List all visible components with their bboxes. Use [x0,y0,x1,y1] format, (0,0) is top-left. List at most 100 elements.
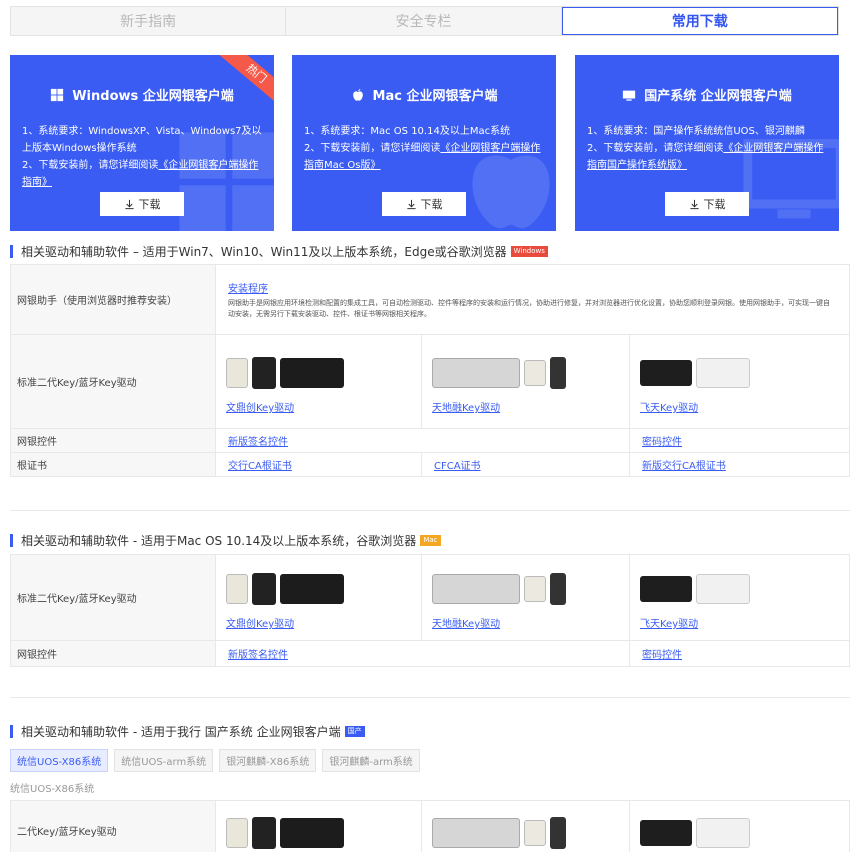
new-ca-cert-cell: 新版交行CA根证书 [629,452,850,477]
key-device-icon [252,573,276,605]
ft-key-image [640,569,849,609]
cfca-cert-link[interactable]: CFCA证书 [434,461,481,472]
password-control-cell: 密码控件 [629,640,850,667]
tdr-key-image [432,813,629,852]
guide-line: 2、下载安装前，请您详细阅读《企业网银客户端操作指南国产操作系统版》 [587,140,831,174]
key-device-icon [524,819,546,846]
ca-cert-link[interactable]: 交行CA根证书 [228,461,292,472]
cfca-cert-cell: CFCA证书 [421,452,630,477]
tab-beginner-guide[interactable]: 新手指南 [11,7,287,35]
download-icon [406,199,416,209]
control-label: 网银控件 [10,640,216,667]
key-device-icon [640,576,692,602]
tab-security[interactable]: 安全专栏 [286,7,562,35]
key-device-icon [696,358,750,388]
table-row: 二代Key/蓝牙Key驱动 [10,800,850,852]
windows-downloads-table: 网银助手（使用浏览器时推荐安装） 安装程序 网银助手是网银应用环境检测和配置的集… [10,264,850,477]
key-device-icon [524,360,546,386]
table-row: 网银控件 新版签名控件 密码控件 [10,640,850,667]
key-device-icon [252,816,276,849]
card-description: 1、系统要求：国产操作系统统信UOS、银河麒麟 2、下载安装前，请您详细阅读《企… [587,123,831,174]
ft-key-cell: 飞天Key驱动 [629,334,850,429]
download-button[interactable]: 下载 [382,192,466,216]
tdr-key-cell: 天地融Key驱动 [421,334,630,429]
key-device-icon [226,817,248,848]
install-program-link[interactable]: 安装程序 [228,284,268,295]
card-description: 1、系统要求：WindowsXP、Vista、Windows7及以上版本Wind… [22,123,266,191]
table-row: 标准二代Key/蓝牙Key驱动 文鼎创Key驱动 天地融Key驱动 飞天Key驱… [10,334,850,429]
monitor-icon [623,90,636,101]
os-tab-uos-arm[interactable]: 统信UOS-arm系统 [114,749,214,772]
card-title-text: Mac 企业网银客户端 [372,89,498,104]
windows-icon [51,88,64,101]
key-device-icon [432,817,520,848]
key-device-icon [696,817,750,848]
wdc-key-driver-link[interactable]: 文鼎创Key驱动 [226,615,421,630]
key-device-icon [550,573,566,605]
key-driver-label: 标准二代Key/蓝牙Key驱动 [10,334,216,429]
os-tab-kylin-x86[interactable]: 银河麒麟-X86系统 [219,749,317,772]
requirement-text: 1、系统要求：WindowsXP、Vista、Windows7及以上版本Wind… [22,126,262,154]
os-tabs: 统信UOS-X86系统 统信UOS-arm系统 银河麒麟-X86系统 银河麒麟-… [10,749,420,772]
card-title-text: Windows 企业网银客户端 [72,89,234,104]
tdr-key-image [432,353,629,393]
tab-downloads[interactable]: 常用下载 [561,7,838,35]
os-tab-uos-x86[interactable]: 统信UOS-X86系统 [10,749,109,772]
table-row: 标准二代Key/蓝牙Key驱动 文鼎创Key驱动 天地融Key驱动 飞天Key驱… [10,554,850,641]
helper-description: 网银助手是网银应用环境检测和配置的集成工具，可自动检测驱动、控件等程序的安装和运… [228,298,830,318]
download-button[interactable]: 下载 [100,192,184,216]
download-button[interactable]: 下载 [665,192,749,216]
wdc-key-image [226,569,421,609]
key-device-icon [432,574,520,604]
mac-client-card: Mac 企业网银客户端 1、系统要求：Mac OS 10.14及以上Mac系统 … [292,55,556,231]
section-windows-header: 相关驱动和辅助软件 – 适用于Win7、Win10、Win11及以上版本系统，E… [10,243,548,260]
section-domestic-header: 相关驱动和辅助软件 - 适用于我行 国产系统 企业网银客户端 国产 [10,723,365,740]
requirement-text: 1、系统要求：国产操作系统统信UOS、银河麒麟 [587,126,805,137]
key-device-icon [524,576,546,602]
ca-cert-cell: 交行CA根证书 [215,452,422,477]
section-title: 相关驱动和辅助软件 - 适用于Mac OS 10.14及以上版本系统，谷歌浏览器 [21,534,417,548]
key-device-icon [252,357,276,389]
signature-control-link[interactable]: 新版签名控件 [228,437,288,448]
apple-icon [352,88,363,101]
key-driver-label: 标准二代Key/蓝牙Key驱动 [10,554,216,641]
wdc-key-driver-link[interactable]: 文鼎创Key驱动 [226,399,421,414]
domestic-downloads-table: 二代Key/蓝牙Key驱动 [10,800,850,852]
signature-control-cell: 新版签名控件 [215,640,630,667]
windows-badge: Windows [510,246,548,257]
ft-key-driver-link[interactable]: 飞天Key驱动 [640,615,849,630]
ft-key-image [640,813,849,852]
card-title: 国产系统 企业网银客户端 [575,85,839,104]
windows-client-card: 热门 Windows 企业网银客户端 1、系统要求：WindowsXP、Vist… [10,55,274,231]
password-control-link[interactable]: 密码控件 [642,650,682,661]
os-tab-kylin-arm[interactable]: 银河麒麟-arm系统 [322,749,420,772]
section-divider [10,510,850,511]
ft-key-image [640,353,849,393]
ft-key-cell: 飞天Key驱动 [629,554,850,641]
key-device-icon [280,358,344,388]
tdr-key-driver-link[interactable]: 天地融Key驱动 [432,399,629,414]
section-bar [10,245,13,258]
signature-control-link[interactable]: 新版签名控件 [228,650,288,661]
key-device-icon [696,574,750,604]
requirement-text: 1、系统要求：Mac OS 10.14及以上Mac系统 [304,126,511,137]
ft-key-driver-link[interactable]: 飞天Key驱动 [640,399,849,414]
download-icon [124,199,134,209]
key-device-icon [550,357,566,389]
card-title: Windows 企业网银客户端 [10,85,274,104]
tdr-key-driver-link[interactable]: 天地融Key驱动 [432,615,629,630]
wdc-key-cell [215,800,422,852]
password-control-link[interactable]: 密码控件 [642,437,682,448]
wdc-key-image [226,353,421,393]
tdr-key-image [432,569,629,609]
tdr-key-cell: 天地融Key驱动 [421,554,630,641]
key-device-icon [550,816,566,849]
helper-label: 网银助手（使用浏览器时推荐安装） [10,264,216,335]
helper-cell: 安装程序 网银助手是网银应用环境检测和配置的集成工具，可自动检测驱动、控件等程序… [215,264,850,335]
table-row: 网银助手（使用浏览器时推荐安装） 安装程序 网银助手是网银应用环境检测和配置的集… [10,264,850,335]
section-divider [10,697,850,698]
card-description: 1、系统要求：Mac OS 10.14及以上Mac系统 2、下载安装前，请您详细… [304,123,548,174]
new-ca-cert-link[interactable]: 新版交行CA根证书 [642,461,726,472]
key-device-icon [640,360,692,386]
wdc-key-image [226,813,421,852]
